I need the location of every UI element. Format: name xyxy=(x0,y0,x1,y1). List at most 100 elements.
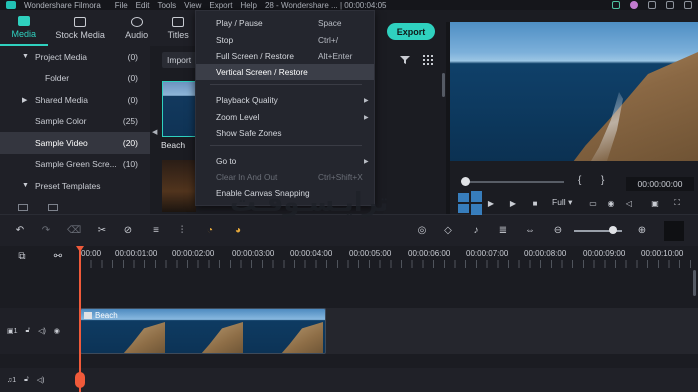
menu-item-shortcut: Ctrl+/ xyxy=(318,35,339,45)
video-track-icon: ▣1 xyxy=(7,328,18,335)
sidebar-item-count: (0) xyxy=(127,51,138,62)
submenu-arrow-icon: ▶ xyxy=(364,114,369,121)
sidebar-item-sample-green-screen[interactable]: Sample Green Scre... (10) xyxy=(0,154,150,176)
audio-track[interactable] xyxy=(80,368,698,392)
scrubber-knob[interactable] xyxy=(461,177,470,186)
menu-item-go-to[interactable]: Go to ▶ xyxy=(196,153,374,169)
playhead-bottom-handle[interactable] xyxy=(75,372,85,388)
adjust-icon[interactable]: ≡ xyxy=(150,224,162,236)
zoom-slider-knob[interactable] xyxy=(609,226,617,234)
chevron-down-icon[interactable]: ▼ xyxy=(22,182,29,189)
cut-icon[interactable]: ✂ xyxy=(96,224,108,236)
chevron-right-icon[interactable]: ▶ xyxy=(22,96,27,104)
export-button[interactable]: Export xyxy=(387,23,435,40)
ruler-label: 00:00:08:00 xyxy=(524,249,567,258)
sidebar-item-shared-media[interactable]: ▶ Shared Media (0) xyxy=(0,89,150,111)
speaker-icon[interactable]: ◁) xyxy=(38,327,46,335)
submenu-arrow-icon: ▶ xyxy=(364,158,369,165)
disable-icon[interactable]: ⊘ xyxy=(122,224,134,236)
menu-item-play-pause[interactable]: Play / Pause Space xyxy=(196,15,374,31)
menu-item-label: Clear In And Out xyxy=(216,172,278,182)
menu-tools[interactable]: Tools xyxy=(157,1,176,10)
menu-view[interactable]: View xyxy=(184,1,201,10)
monitor-icon[interactable]: ▭ xyxy=(588,198,598,208)
ruler-label: 00:00:04:00 xyxy=(290,249,333,258)
tab-audio-label: Audio xyxy=(125,29,149,40)
snapshot-icon[interactable]: ◉ xyxy=(606,198,616,208)
menu-item-clear-in-out[interactable]: Clear In And Out Ctrl+Shift+X xyxy=(196,169,374,185)
mail-icon[interactable] xyxy=(648,1,656,9)
undo-icon[interactable]: ↶ xyxy=(14,224,26,236)
lock-icon[interactable]: 🔓︎ xyxy=(24,376,29,384)
menu-help[interactable]: Help xyxy=(240,1,256,10)
menu-item-full-screen[interactable]: Full Screen / Restore Alt+Enter xyxy=(196,48,374,64)
menu-item-stop[interactable]: Stop Ctrl+/ xyxy=(196,32,374,48)
audio-wave-icon[interactable]: ⫶ xyxy=(176,224,188,236)
link-icon[interactable]: ⚯ xyxy=(52,250,64,262)
quality-select[interactable]: Full ▾ xyxy=(552,197,572,208)
sidebar-item-label: Sample Video xyxy=(35,137,88,148)
timeline-scrollbar[interactable] xyxy=(693,270,696,296)
redo-icon[interactable]: ↷ xyxy=(40,224,52,236)
zoom-out-icon[interactable]: ⊖ xyxy=(552,224,564,236)
filter-icon[interactable] xyxy=(400,55,410,65)
tab-media[interactable]: Media xyxy=(0,10,48,46)
sync-icon[interactable] xyxy=(612,1,620,9)
audio-track-icon: ♫1 xyxy=(7,376,17,384)
chevron-down-icon[interactable]: ▼ xyxy=(22,53,29,60)
eye-icon[interactable]: ◉ xyxy=(54,327,60,335)
delete-icon[interactable]: ⌫ xyxy=(67,224,81,236)
sidebar-item-sample-color[interactable]: Sample Color (25) xyxy=(0,111,150,133)
mark-in-button[interactable]: { xyxy=(578,175,581,186)
menu-item-label: Full Screen / Restore xyxy=(216,51,294,61)
timeline-clip-beach[interactable]: Beach xyxy=(80,308,326,354)
menu-edit[interactable]: Edit xyxy=(136,1,150,10)
menu-item-zoom-level[interactable]: Zoom Level ▶ xyxy=(196,109,374,125)
menu-item-vertical-screen[interactable]: Vertical Screen / Restore xyxy=(196,64,374,80)
download-icon[interactable] xyxy=(666,1,674,9)
new-folder-icon[interactable] xyxy=(18,203,28,211)
media-scrollbar[interactable] xyxy=(442,73,445,97)
minimize-icon[interactable] xyxy=(684,1,692,9)
tab-titles[interactable]: Titles xyxy=(160,10,196,46)
ruler-label: 00:00:10:00 xyxy=(641,249,684,258)
sidebar-item-sample-video[interactable]: Sample Video (20) xyxy=(0,132,150,154)
lock-icon[interactable]: 🔓︎ xyxy=(26,327,31,335)
ruler-label: 00:00:01:00 xyxy=(115,249,158,258)
playhead[interactable] xyxy=(79,246,81,392)
zoom-in-icon[interactable]: ⊕ xyxy=(636,224,648,236)
folder-icon[interactable] xyxy=(48,203,58,211)
settings-icon[interactable]: ⛶ xyxy=(672,198,682,208)
menu-export[interactable]: Export xyxy=(209,1,232,10)
collapse-arrow-icon[interactable]: ◀ xyxy=(152,128,157,136)
mark-out-button[interactable]: } xyxy=(601,175,604,186)
menu-item-safe-zones[interactable]: Show Safe Zones xyxy=(196,125,374,141)
fit-timeline-icon[interactable]: ⇔ xyxy=(524,224,536,236)
sidebar-item-folder[interactable]: Folder (0) xyxy=(0,68,150,90)
timeline-ruler[interactable]: ⧉ ⚯ 00:00 00:00:01:00 00:00:02:00 00:00:… xyxy=(0,246,698,268)
stop-icon[interactable]: ■ xyxy=(530,198,540,208)
tab-stock-media[interactable]: Stock Media xyxy=(48,10,113,46)
menu-item-playback-quality[interactable]: Playback Quality ▶ xyxy=(196,92,374,108)
volume-icon[interactable]: ◁ xyxy=(624,198,634,208)
layout-toggle[interactable] xyxy=(664,221,684,241)
sidebar-item-preset-templates[interactable]: ▼ Preset Templates xyxy=(0,175,150,197)
menu-file[interactable]: File xyxy=(115,1,128,10)
ruler-label: 00:00:06:00 xyxy=(408,249,451,258)
speaker-icon[interactable]: ◁) xyxy=(37,376,45,384)
tab-audio[interactable]: Audio xyxy=(113,10,161,46)
watermark-text: ترايـسـوفـت xyxy=(230,188,389,218)
menu-item-label: Playback Quality xyxy=(216,95,278,105)
fullscreen-icon[interactable]: ▣ xyxy=(650,198,660,208)
titles-icon xyxy=(172,16,185,27)
watermark: ترايـسـوفـت xyxy=(210,186,510,226)
media-thumbnail[interactable] xyxy=(162,160,196,212)
grid-view-icon[interactable] xyxy=(423,55,433,65)
sidebar-item-project-media[interactable]: ▼ Project Media (0) xyxy=(0,46,150,68)
clip-label: Beach xyxy=(84,311,118,320)
playback-scrubber[interactable] xyxy=(464,181,564,183)
ruler-header: ⧉ ⚯ xyxy=(0,246,80,268)
media-thumbnail-beach[interactable] xyxy=(162,81,196,137)
add-track-icon[interactable]: ⧉ xyxy=(16,250,28,262)
account-icon[interactable] xyxy=(630,1,638,9)
